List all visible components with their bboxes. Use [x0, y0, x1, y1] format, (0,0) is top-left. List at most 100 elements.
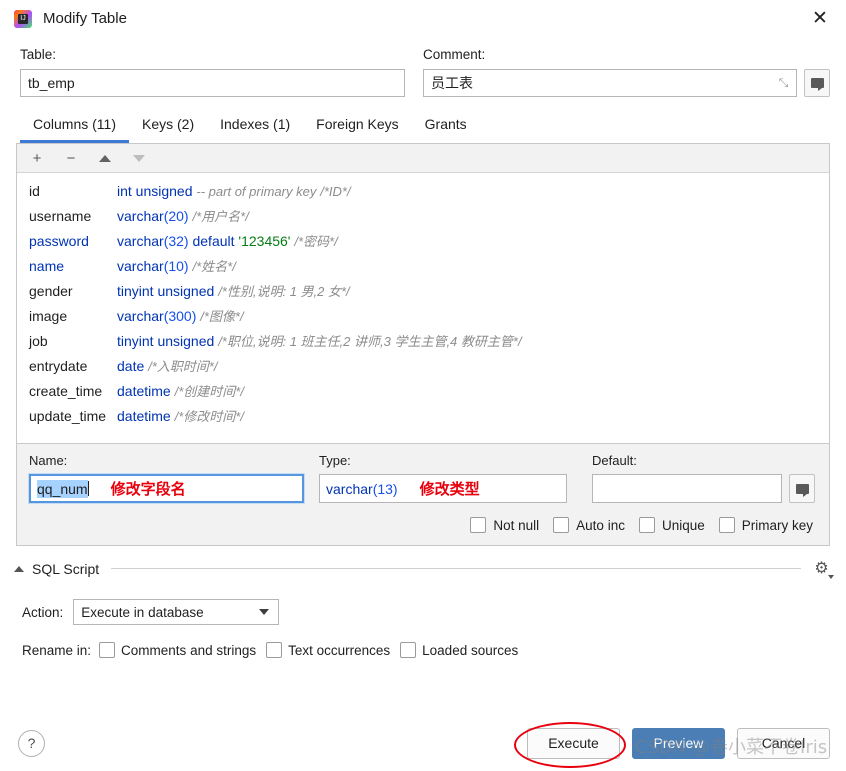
column-comment: /*修改时间*/: [175, 409, 244, 424]
checkbox-loaded-sources[interactable]: Loaded sources: [400, 642, 518, 658]
column-name-value: qq_num: [37, 480, 88, 498]
column-comment: /*职位,说明: 1 班主任,2 讲师,3 学生主管,4 教研主管*/: [218, 334, 521, 349]
help-button[interactable]: ?: [18, 730, 45, 757]
triangle-up-icon[interactable]: [97, 150, 113, 166]
table-row[interactable]: passwordvarchar(32) default '123456' /*密…: [17, 229, 829, 254]
column-name: entrydate: [29, 354, 117, 379]
checkbox-box[interactable]: [719, 517, 735, 533]
table-row[interactable]: gendertinyint unsigned /*性别,说明: 1 男,2 女*…: [17, 279, 829, 304]
top-form: Table: tb_emp Comment: 员工表 ⤡: [0, 37, 846, 97]
table-row[interactable]: imagevarchar(300) /*图像*/: [17, 304, 829, 329]
cancel-button[interactable]: Cancel: [737, 728, 830, 759]
minus-icon[interactable]: −: [63, 150, 79, 166]
comment-input[interactable]: 员工表 ⤡: [423, 69, 797, 97]
table-row[interactable]: namevarchar(10) /*姓名*/: [17, 254, 829, 279]
table-row[interactable]: jobtinyint unsigned /*职位,说明: 1 班主任,2 讲师,…: [17, 329, 829, 354]
checkbox-label: Comments and strings: [121, 643, 256, 658]
column-name: gender: [29, 279, 117, 304]
column-flags-row: Not null Auto inc Unique Primary key: [29, 517, 815, 533]
column-type-length: (13): [373, 481, 398, 497]
preview-button[interactable]: Preview: [632, 728, 725, 759]
comment-input-value: 员工表: [431, 73, 473, 93]
checkbox-not-null[interactable]: Not null: [470, 517, 539, 533]
comment-label: Comment:: [423, 47, 830, 62]
triangle-up-icon[interactable]: [14, 566, 24, 572]
comment-edit-button[interactable]: [804, 69, 830, 97]
text-caret: [88, 481, 89, 496]
checkbox-box[interactable]: [400, 642, 416, 658]
tab-keys[interactable]: Keys (2): [129, 111, 207, 143]
expand-icon[interactable]: ⤡: [777, 77, 790, 90]
table-row[interactable]: update_timedatetime /*修改时间*/: [17, 404, 829, 429]
table-name-input[interactable]: tb_emp: [20, 69, 405, 97]
column-type: varchar: [117, 233, 164, 249]
column-type-length: (20): [164, 208, 189, 224]
column-name: create_time: [29, 379, 117, 404]
checkbox-comments-and-strings[interactable]: Comments and strings: [99, 642, 256, 658]
default-comment-button[interactable]: [789, 474, 815, 503]
column-default-keyword: default: [192, 233, 234, 249]
tab-foreign-keys[interactable]: Foreign Keys: [303, 111, 411, 143]
action-row: Action: Execute in database: [22, 599, 846, 625]
comment-row: 员工表 ⤡: [423, 69, 830, 97]
tab-grants[interactable]: Grants: [412, 111, 480, 143]
action-select-value: Execute in database: [81, 605, 203, 620]
checkbox-primary-key[interactable]: Primary key: [719, 517, 813, 533]
column-name: name: [29, 254, 117, 279]
close-icon[interactable]: ✕: [794, 0, 846, 37]
gear-icon[interactable]: ⚙: [813, 560, 830, 577]
table-label: Table:: [20, 47, 405, 62]
column-name: id: [29, 179, 117, 204]
chevron-down-icon: [828, 575, 834, 579]
dialog-footer: ? Execute Preview Cancel: [0, 715, 846, 771]
table-row[interactable]: usernamevarchar(20) /*用户名*/: [17, 204, 829, 229]
table-row[interactable]: entrydatedate /*入职时间*/: [17, 354, 829, 379]
tab-indexes[interactable]: Indexes (1): [207, 111, 303, 143]
column-name: job: [29, 329, 117, 354]
table-row[interactable]: create_timedatetime /*创建时间*/: [17, 379, 829, 404]
checkbox-text-occurrences[interactable]: Text occurrences: [266, 642, 390, 658]
column-type: varchar: [117, 208, 164, 224]
columns-panel: + − idint unsigned -- part of primary ke…: [16, 143, 830, 546]
checkbox-label: Primary key: [742, 518, 813, 533]
column-details-panel: Name: qq_num 修改字段名 Type: varchar(13) 修改类…: [17, 443, 829, 545]
column-type: date: [117, 358, 144, 374]
column-name: update_time: [29, 404, 117, 429]
checkbox-box[interactable]: [99, 642, 115, 658]
table-field-group: Table: tb_emp: [20, 47, 405, 97]
checkbox-box[interactable]: [553, 517, 569, 533]
checkbox-box[interactable]: [639, 517, 655, 533]
checkbox-label: Not null: [493, 518, 539, 533]
action-label: Action:: [22, 605, 63, 620]
checkbox-auto-inc[interactable]: Auto inc: [553, 517, 625, 533]
columns-list[interactable]: idint unsigned -- part of primary key /*…: [17, 173, 829, 437]
column-default-input[interactable]: [592, 474, 782, 503]
column-details-row: Name: qq_num 修改字段名 Type: varchar(13) 修改类…: [29, 453, 815, 503]
rename-in-label: Rename in:: [22, 643, 91, 658]
checkbox-label: Text occurrences: [288, 643, 390, 658]
column-type: tinyint unsigned: [117, 333, 214, 349]
action-select[interactable]: Execute in database: [73, 599, 279, 625]
table-row[interactable]: idint unsigned -- part of primary key /*…: [17, 179, 829, 204]
triangle-down-icon[interactable]: [131, 150, 147, 166]
column-type: datetime: [117, 408, 171, 424]
plus-icon[interactable]: +: [29, 150, 45, 166]
column-name-input[interactable]: qq_num 修改字段名: [29, 474, 304, 503]
checkbox-unique[interactable]: Unique: [639, 517, 705, 533]
checkbox-box[interactable]: [470, 517, 486, 533]
checkbox-box[interactable]: [266, 642, 282, 658]
name-label: Name:: [29, 453, 304, 468]
column-type-length: (10): [164, 258, 189, 274]
column-type-input[interactable]: varchar(13) 修改类型: [319, 474, 567, 503]
execute-button[interactable]: Execute: [527, 728, 620, 759]
tab-bar: Columns (11) Keys (2) Indexes (1) Foreig…: [20, 111, 846, 143]
column-type-value: varchar: [326, 481, 373, 497]
column-comment: /*姓名*/: [192, 259, 235, 274]
column-name: username: [29, 204, 117, 229]
column-type: varchar: [117, 308, 164, 324]
column-type: datetime: [117, 383, 171, 399]
section-divider: [111, 568, 801, 569]
column-comment: /*用户名*/: [192, 209, 248, 224]
tab-columns[interactable]: Columns (11): [20, 111, 129, 143]
rename-options: Comments and strings Text occurrences Load…: [99, 642, 518, 658]
